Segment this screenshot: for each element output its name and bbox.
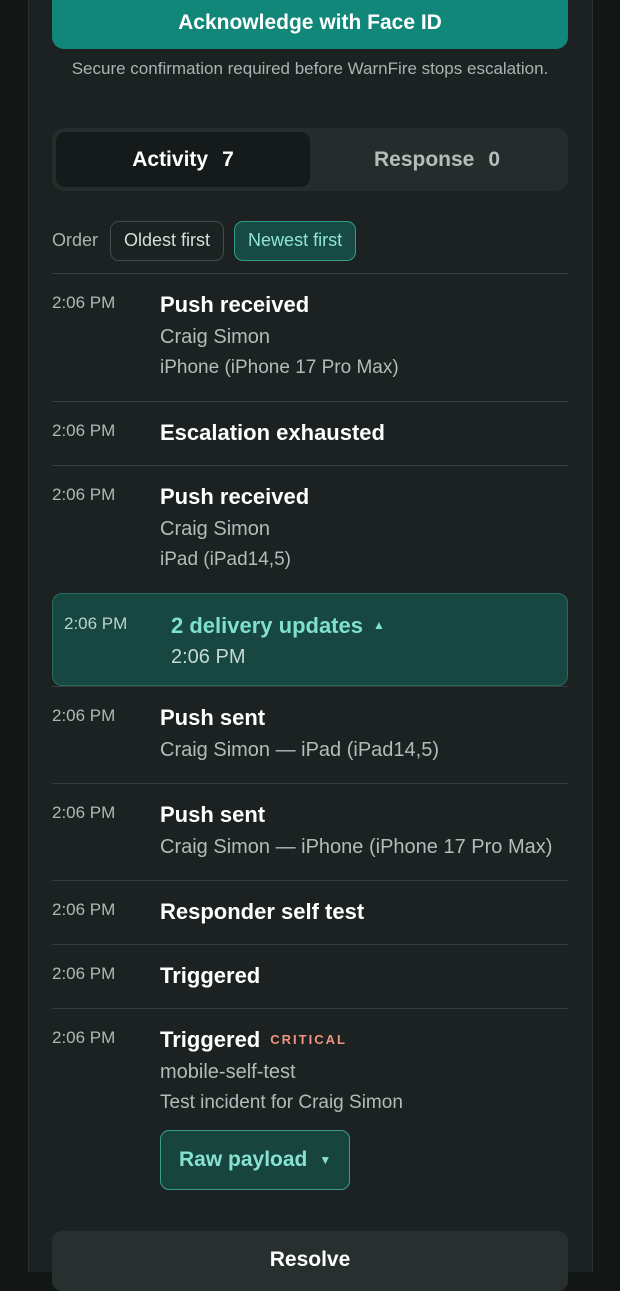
entry-source: mobile-self-test: [160, 1061, 296, 1083]
entry-time: 2:06 PM: [52, 706, 116, 725]
activity-entry[interactable]: 2:06 PM Responder self test: [52, 880, 568, 944]
resolve-button[interactable]: Resolve: [52, 1231, 568, 1291]
entry-time: 2:06 PM: [52, 293, 116, 312]
activity-entry[interactable]: 2:06 PM Push sent Craig Simon — iPhone (…: [52, 783, 568, 880]
entry-title: Responder self test: [160, 899, 365, 924]
entry-title-text: Triggered: [160, 1027, 261, 1052]
entry-detail: Craig Simon — iPhone (iPhone 17 Pro Max): [160, 836, 553, 858]
entry-responder: Craig Simon: [160, 518, 271, 540]
delivery-updates-group[interactable]: 2:06 PM 2 delivery updates ▲ 2:06 PM: [52, 593, 568, 686]
activity-entry[interactable]: 2:06 PM Triggered CRITICAL mobile-self-te…: [52, 1008, 568, 1218]
acknowledge-note: Secure confirmation required before Warn…: [71, 59, 549, 78]
entry-title: Push received: [160, 484, 310, 509]
raw-payload-button[interactable]: Raw payload ▼: [160, 1130, 351, 1190]
raw-payload-label: Raw payload: [179, 1148, 308, 1171]
entry-device: iPhone (iPhone 17 Pro Max): [160, 357, 399, 378]
activity-entry[interactable]: 2:06 PM Push received Craig Simon iPad (…: [52, 465, 568, 593]
entry-title: Triggered: [160, 963, 261, 988]
entry-title: Escalation exhausted: [160, 420, 385, 445]
entry-title: Push sent: [160, 705, 266, 730]
activity-entry[interactable]: 2:06 PM Escalation exhausted: [52, 401, 568, 465]
entry-time: 2:06 PM: [52, 421, 116, 440]
tab-activity-count: 7: [222, 147, 234, 171]
newest-first-chip[interactable]: Newest first: [234, 220, 357, 261]
entry-time: 2:06 PM: [52, 803, 116, 822]
tab-activity-label: Activity: [132, 147, 209, 171]
entry-detail: Craig Simon — iPad (iPad14,5): [160, 739, 440, 761]
order-selector: Order Oldest first Newest first: [52, 219, 357, 262]
acknowledge-face-id-button[interactable]: Acknowledge with Face ID: [52, 0, 568, 49]
activity-response-tabs: Activity 7 Response 0: [52, 128, 568, 191]
oldest-first-chip[interactable]: Oldest first: [110, 220, 225, 261]
entry-time: 2:06 PM: [52, 1028, 116, 1047]
entry-title: Push received: [160, 292, 310, 317]
group-subtime: 2:06 PM: [171, 646, 246, 668]
tab-response-count: 0: [488, 147, 501, 171]
activity-entry[interactable]: 2:06 PM Push received Craig Simon iPhone…: [52, 273, 568, 401]
chevron-down-icon: ▼: [319, 1153, 332, 1167]
tab-response-label: Response: [373, 147, 475, 171]
entry-time: 2:06 PM: [52, 964, 116, 983]
entry-device: iPad (iPad14,5): [160, 549, 291, 570]
entry-responder: Craig Simon: [160, 326, 271, 348]
tab-activity[interactable]: Activity 7: [56, 132, 310, 187]
entry-title: Push sent: [160, 802, 266, 827]
activity-entry[interactable]: 2:06 PM Push sent Craig Simon — iPad (iP…: [52, 686, 568, 783]
entry-time: 2:06 PM: [52, 485, 116, 504]
tab-response[interactable]: Response 0: [310, 132, 564, 187]
entry-description: Test incident for Craig Simon: [160, 1092, 403, 1113]
activity-entry[interactable]: 2:06 PM Triggered: [52, 944, 568, 1008]
order-label: Order: [52, 230, 99, 250]
group-time: 2:06 PM: [64, 614, 128, 633]
entry-title: Triggered CRITICAL: [160, 1027, 568, 1053]
collapse-caret-icon: ▲: [372, 618, 385, 632]
group-title-text: 2 delivery updates: [171, 613, 363, 638]
group-title: 2 delivery updates ▲: [171, 613, 385, 639]
entry-time: 2:06 PM: [52, 900, 116, 919]
critical-badge: CRITICAL: [270, 1032, 347, 1047]
